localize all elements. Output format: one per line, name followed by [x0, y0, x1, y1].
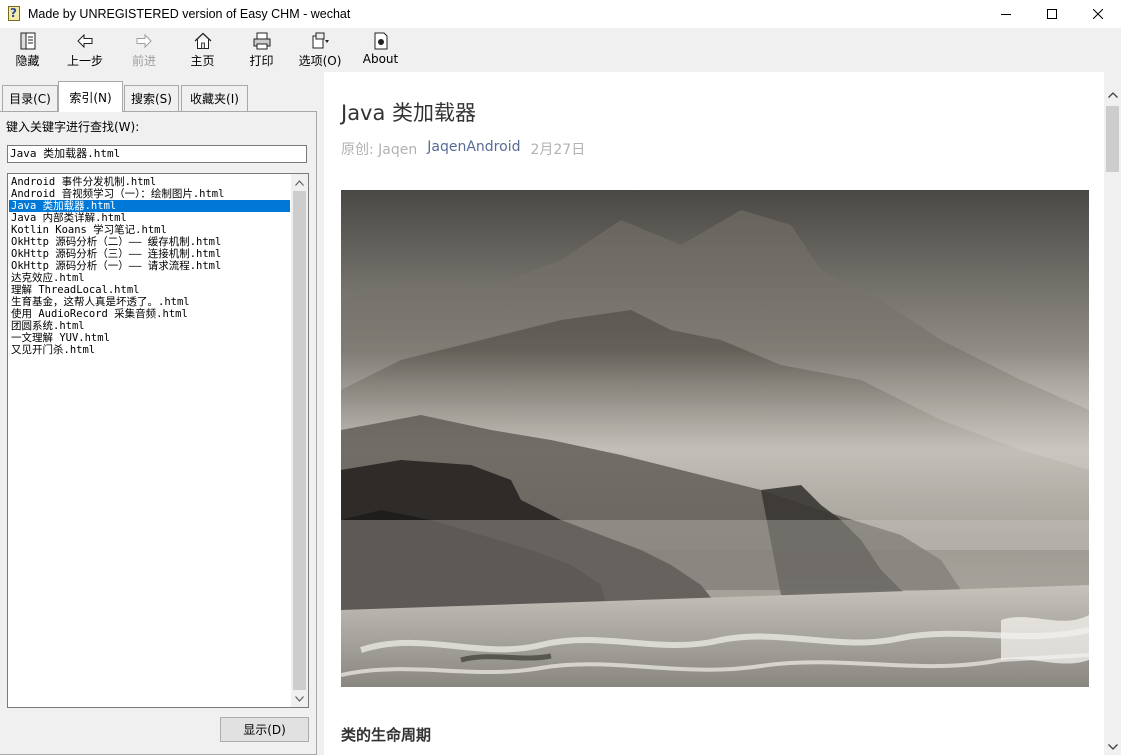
- title-bar: ? Made by UNREGISTERED version of Easy C…: [0, 0, 1121, 28]
- about-icon: [374, 32, 387, 50]
- list-item-selected[interactable]: Java 类加载器.html: [9, 200, 290, 212]
- forward-label: 前进: [131, 54, 156, 68]
- article-meta: 原创: Jaqen JaqenAndroid 2月27日: [341, 139, 585, 159]
- close-button[interactable]: [1075, 0, 1121, 28]
- show-button[interactable]: 显示(D): [220, 717, 309, 742]
- window-title: Made by UNREGISTERED version of Easy CHM…: [28, 7, 351, 21]
- tab-index[interactable]: 索引(N): [58, 81, 123, 112]
- close-icon: [1093, 9, 1103, 19]
- keyword-label: 键入关键字进行查找(W):: [6, 120, 140, 134]
- home-label: 主页: [190, 54, 215, 68]
- hide-label: 隐藏: [15, 54, 40, 68]
- mountain-coast-image: [341, 190, 1089, 687]
- hero-image: [341, 190, 1089, 687]
- home-button[interactable]: 主页: [173, 28, 232, 72]
- list-item[interactable]: 理解 ThreadLocal.html: [9, 284, 290, 296]
- options-icon: [312, 32, 329, 49]
- tab-search[interactable]: 搜索(S): [124, 85, 179, 111]
- content-scroll-thumb[interactable]: [1106, 106, 1119, 172]
- content-scroll-down-button[interactable]: [1104, 738, 1121, 755]
- index-scrollbar[interactable]: [291, 174, 308, 707]
- back-label: 上一步: [66, 54, 103, 68]
- index-list: Android 事件分发机制.html Android 音视频学习（一）：绘制图…: [9, 176, 290, 356]
- toolbar: 隐藏 上一步 前进 主页 打印 选项(O) About: [0, 28, 1121, 72]
- list-item[interactable]: 团圆系统.html: [9, 320, 290, 332]
- list-item[interactable]: 达克效应.html: [9, 272, 290, 284]
- home-icon: [194, 32, 211, 49]
- print-label: 打印: [249, 54, 274, 68]
- chm-help-icon: ?: [7, 6, 23, 22]
- chevron-up-icon: [295, 179, 304, 186]
- list-item[interactable]: Kotlin Koans 学习笔记.html: [9, 224, 290, 236]
- minimize-icon: [1001, 14, 1011, 15]
- options-button[interactable]: 选项(O): [291, 28, 349, 72]
- content-pane: Java 类加载器 原创: Jaqen JaqenAndroid 2月27日 类…: [324, 72, 1104, 755]
- article-title: Java 类加载器: [341, 101, 477, 125]
- scroll-up-button[interactable]: [291, 174, 308, 191]
- back-button[interactable]: 上一步: [55, 28, 115, 72]
- about-button[interactable]: About: [349, 28, 412, 72]
- tab-contents[interactable]: 目录(C): [2, 85, 58, 111]
- list-item[interactable]: Android 音视频学习（一）：绘制图片.html: [9, 188, 290, 200]
- list-item[interactable]: OkHttp 源码分析（一）—— 请求流程.html: [9, 260, 290, 272]
- chevron-down-icon: [295, 695, 304, 702]
- forward-button[interactable]: 前进: [115, 28, 173, 72]
- forward-arrow-icon: [136, 33, 152, 49]
- content-scrollbar[interactable]: [1104, 72, 1121, 755]
- publish-date: 2月27日: [530, 142, 586, 158]
- hide-button[interactable]: 隐藏: [0, 28, 55, 72]
- keyword-input[interactable]: Java 类加载器.html: [7, 145, 307, 163]
- author-name: Jaqen: [378, 142, 418, 158]
- account-link[interactable]: JaqenAndroid: [427, 139, 520, 159]
- navigation-pane: 目录(C) 索引(N) 搜索(S) 收藏夹(I) 键入关键字进行查找(W): J…: [0, 72, 319, 755]
- scroll-down-button[interactable]: [291, 690, 308, 707]
- about-label: About: [362, 52, 399, 66]
- original-tag: 原创: Jaqen: [341, 142, 418, 158]
- maximize-icon: [1047, 9, 1057, 19]
- hide-icon: [20, 32, 35, 50]
- nav-tabs: 目录(C) 索引(N) 搜索(S) 收藏夹(I): [0, 81, 319, 112]
- maximize-button[interactable]: [1029, 0, 1075, 28]
- print-button[interactable]: 打印: [232, 28, 291, 72]
- list-item[interactable]: OkHttp 源码分析（三）—— 连接机制.html: [9, 248, 290, 260]
- list-item[interactable]: OkHttp 源码分析（二）—— 缓存机制.html: [9, 236, 290, 248]
- list-item[interactable]: Java 内部类详解.html: [9, 212, 290, 224]
- chevron-down-icon: [1107, 743, 1118, 750]
- list-item[interactable]: 使用 AudioRecord 采集音频.html: [9, 308, 290, 320]
- options-label: 选项(O): [298, 54, 342, 68]
- back-arrow-icon: [77, 33, 93, 49]
- list-item[interactable]: Android 事件分发机制.html: [9, 176, 290, 188]
- tab-favorites[interactable]: 收藏夹(I): [181, 85, 248, 111]
- minimize-button[interactable]: [983, 0, 1029, 28]
- content-scroll-up-button[interactable]: [1104, 86, 1121, 103]
- index-listbox[interactable]: Android 事件分发机制.html Android 音视频学习（一）：绘制图…: [7, 173, 309, 708]
- list-item[interactable]: 生育基金，这帮人真是坏透了。.html: [9, 296, 290, 308]
- section-heading: 类的生命周期: [341, 726, 432, 744]
- chevron-up-icon: [1107, 91, 1118, 98]
- printer-icon: [253, 32, 270, 50]
- scroll-thumb[interactable]: [293, 191, 306, 690]
- list-item[interactable]: 又见开门杀.html: [9, 344, 290, 356]
- list-item[interactable]: 一文理解 YUV.html: [9, 332, 290, 344]
